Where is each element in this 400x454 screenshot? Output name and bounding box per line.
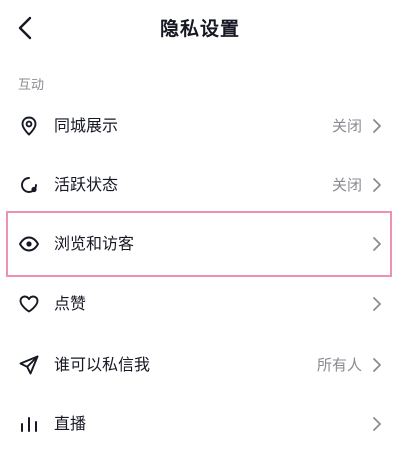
chevron-right-icon bbox=[373, 119, 381, 133]
setting-value: 所有人 bbox=[316, 356, 362, 374]
setting-label: 直播 bbox=[54, 414, 87, 433]
setting-row-local-display[interactable]: 同城展示 关闭 bbox=[0, 98, 400, 156]
chevron-right-icon bbox=[373, 178, 381, 192]
setting-value: 关闭 bbox=[331, 117, 362, 135]
send-message-icon bbox=[19, 355, 39, 375]
page-title: 隐私设置 bbox=[159, 18, 240, 40]
setting-row-likes[interactable]: 点赞 bbox=[0, 276, 400, 334]
setting-label: 浏览和访客 bbox=[54, 234, 135, 253]
activity-status-icon bbox=[21, 177, 37, 193]
header: 隐私设置 bbox=[0, 0, 400, 58]
setting-label: 同城展示 bbox=[54, 116, 119, 135]
setting-label: 谁可以私信我 bbox=[54, 355, 151, 374]
setting-row-activity-status[interactable]: 活跃状态 关闭 bbox=[0, 157, 400, 215]
setting-row-views-visitors[interactable]: 浏览和访客 bbox=[0, 216, 400, 274]
setting-label: 活跃状态 bbox=[54, 175, 119, 194]
location-pin-icon bbox=[21, 116, 37, 136]
live-bars-icon bbox=[21, 417, 37, 432]
chevron-right-icon bbox=[373, 297, 381, 311]
chevron-right-icon bbox=[373, 417, 381, 431]
section-label-interaction: 互动 bbox=[18, 78, 45, 93]
setting-row-live[interactable]: 直播 bbox=[0, 396, 400, 454]
setting-row-who-can-message[interactable]: 谁可以私信我 所有人 bbox=[0, 337, 400, 395]
heart-icon bbox=[19, 295, 39, 313]
chevron-right-icon bbox=[373, 358, 381, 372]
chevron-right-icon bbox=[373, 237, 381, 251]
setting-label: 点赞 bbox=[54, 294, 87, 313]
setting-value: 关闭 bbox=[331, 176, 362, 194]
eye-icon bbox=[19, 236, 39, 252]
